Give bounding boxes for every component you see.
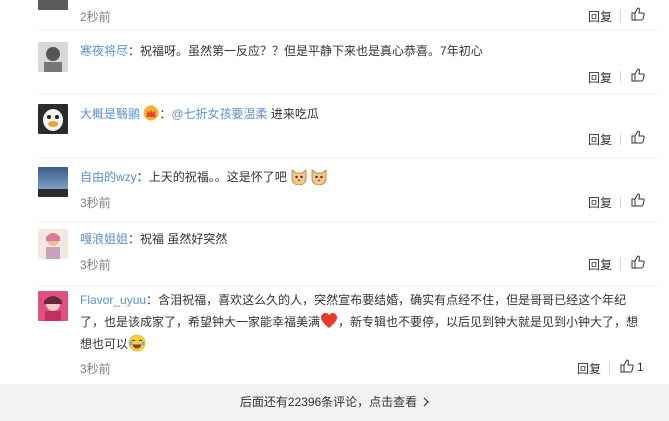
comment-text: 大概是翳鹂 ：@七折女孩要温柔 进来吃瓜 [80,103,643,125]
thumbs-up-icon[interactable] [631,255,645,269]
colon: ： [159,107,172,121]
comment-text: Flavor_uyuu：含泪祝福，喜欢这么久的人，突然宣布要结婚，确实有点经不住… [80,289,645,355]
load-more-link[interactable]: 后面还有22396条评论，点击查看 [239,395,430,409]
chevron-right-icon [423,397,430,407]
colon: ： [146,293,159,307]
colon: ： [128,232,141,246]
comment-text: 自由的wzy：上天的祝福。。这是怀了吧 [80,166,643,188]
comment-time: 3秒前 [80,362,111,376]
avatar[interactable] [38,291,68,321]
comment-text: 寒夜将尽：祝福呀。虽然第一反应？？但是平静下来也是真心恭喜。7年初心 [80,40,643,62]
reply-button[interactable]: 回复 [588,194,612,211]
comment-content: 祝福呀。虽然第一反应？？但是平静下来也是真心恭喜。7年初心 [140,44,483,58]
avatar[interactable] [38,167,68,197]
comment-item: 嘎浪姐姐：祝福 虽然好突然 3秒前 回复 [0,221,669,285]
thumbs-up-icon[interactable] [631,130,645,144]
comment-time: 2秒前 [80,10,111,24]
thumbs-up-icon[interactable] [631,68,645,82]
red-heart-icon [321,313,338,328]
username-link[interactable]: Flavor_uyuu [80,293,146,307]
cat-emoji-icon [291,169,307,185]
colon: ： [136,170,149,184]
comment-item: 寒夜将尽：祝福呀。虽然第一反应？？但是平静下来也是真心恭喜。7年初心 回复 [0,29,669,93]
reply-button[interactable]: 回复 [577,360,601,377]
colon: ： [128,44,141,58]
load-more-bar[interactable]: 后面还有22396条评论，点击查看 [0,384,669,421]
reply-button[interactable]: 回复 [588,69,612,86]
thumbs-up-icon[interactable] [631,7,645,21]
comment-content: 祝福 虽然好突然 [140,232,228,246]
reply-button[interactable]: 回复 [588,8,612,25]
thumbs-up-icon[interactable] [620,359,634,373]
divider [620,258,621,270]
avatar[interactable] [38,0,68,10]
comment-time: 3秒前 [80,258,111,272]
reply-button[interactable]: 回复 [588,131,612,148]
thumbs-up-icon[interactable] [631,193,645,207]
username-link[interactable]: 自由的wzy [80,170,137,184]
username-link[interactable]: 寒夜将尽 [80,44,128,58]
username-link[interactable]: 大概是翳鹂 [80,107,140,121]
comment-item: 自由的wzy：上天的祝福。。这是怀了吧 3秒前 回复 [0,157,669,221]
avatar[interactable] [38,229,68,259]
comment-content: 上天的祝福。。这是怀了吧 [148,170,287,184]
comment-item: 大概是翳鹂 ：@七折女孩要温柔 进来吃瓜 回复 [0,93,669,157]
comment-text: 嘎浪姐姐：祝福 虽然好突然 [80,228,643,250]
laughing-tears-emoji-icon [128,334,146,352]
comment-item: Flavor_uyuu：含泪祝福，喜欢这么久的人，突然宣布要结婚，确实有点经不住… [0,285,669,383]
avatar[interactable] [38,104,68,134]
like-count: 1 [637,360,644,374]
username-link[interactable]: 嘎浪姐姐 [80,232,128,246]
divider [620,10,621,22]
reply-button[interactable]: 回复 [588,256,612,273]
comment-time: 3秒前 [80,196,111,210]
divider [620,71,621,83]
divider [609,362,610,374]
crown-badge-icon [143,105,159,121]
cat-emoji-icon [311,169,327,185]
mention-link[interactable]: @七折女孩要温柔 [171,107,267,121]
avatar[interactable] [38,42,68,72]
comment-item: 2秒前 回复 [0,0,669,28]
load-more-label: 后面还有22396条评论，点击查看 [239,395,418,409]
divider [620,196,621,208]
divider [620,133,621,145]
comment-content: 进来吃瓜 [270,107,319,121]
